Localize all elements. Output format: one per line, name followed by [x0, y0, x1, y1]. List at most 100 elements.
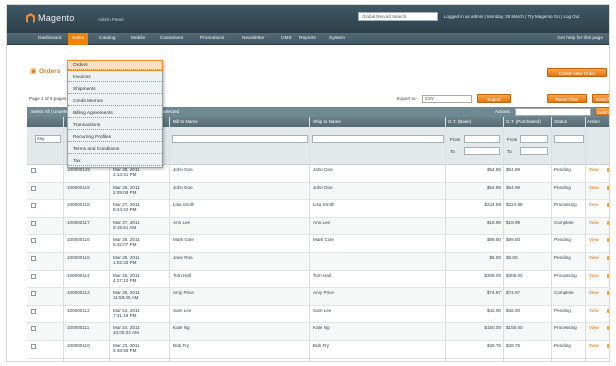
logo-subtitle: Admin Panel [98, 17, 124, 22]
bill-to-name-cell: John Doe [173, 184, 193, 190]
view-order-link[interactable]: View [589, 255, 599, 260]
gt-purchased-cell: $89.50 [506, 237, 521, 243]
gt-base-to-input[interactable] [464, 147, 500, 155]
gt-purchased-to-input[interactable] [520, 147, 548, 155]
col-gt-purchased[interactable]: G.T. (Purchased) [506, 119, 541, 124]
global-search-input[interactable]: Global Record Search [358, 12, 438, 21]
row-checkbox[interactable] [31, 273, 36, 279]
row-checkbox[interactable] [31, 220, 36, 226]
sales-dropdown-menu: Orders Invoices Shipments Credit Memos B… [67, 60, 163, 168]
bill-to-name-cell: Tom Hall [173, 272, 191, 278]
col-gt-base[interactable]: G.T. (Base) [448, 119, 471, 124]
gift-message-icon [607, 238, 609, 243]
menu-item-transactions[interactable]: Transactions [68, 121, 162, 130]
header-links[interactable]: Logged in as admin | Monday, 28 March | … [444, 14, 580, 19]
view-order-link[interactable]: View [589, 308, 599, 313]
gt-purchased-from-input[interactable] [520, 135, 548, 143]
page-title: Orders [39, 68, 61, 75]
row-checkbox[interactable] [31, 185, 36, 191]
view-order-link[interactable]: View [589, 343, 599, 348]
create-new-order-button[interactable]: Create New Order [547, 68, 607, 77]
submit-button[interactable]: Submit [595, 107, 609, 116]
nav-reports[interactable]: Reports [299, 33, 316, 45]
table-row[interactable]: 100000111 Mar 24, 2011 10:05:02 AM Kate Ng K… [27, 323, 609, 341]
row-checkbox[interactable] [31, 308, 36, 314]
search-button[interactable]: Search [592, 94, 609, 103]
row-checkbox[interactable] [31, 344, 36, 349]
view-order-link[interactable]: View [589, 290, 599, 295]
view-order-link[interactable]: View [589, 237, 599, 242]
actions-label: Actions [495, 109, 510, 114]
table-row[interactable]: 100000110 Mar 23, 2011 3:48:56 PM Bob Fry Bo… [27, 341, 609, 359]
admin-header: Magento Admin Panel Global Record Search… [7, 5, 609, 33]
menu-item-invoices[interactable]: Invoices [68, 73, 162, 82]
reset-filter-button[interactable]: Reset Filter [547, 94, 587, 103]
gt-base-cell: $54.99 [486, 167, 501, 172]
table-row[interactable]: 100000117 Mar 27, 2011 9:15:51 AM Ann Lee An… [27, 217, 609, 236]
help-link[interactable]: Get help for this page [557, 33, 603, 45]
menu-item-recurring-profiles[interactable]: Recurring Profiles [68, 133, 162, 142]
nav-cms[interactable]: CMS [281, 33, 292, 45]
status-cell: Pending [554, 184, 571, 190]
status-cell: Pending [554, 255, 571, 260]
col-ship-to-name[interactable]: Ship to Name [313, 119, 341, 124]
any-select[interactable]: Any [35, 135, 61, 143]
nav-promotions[interactable]: Promotions [200, 33, 224, 45]
nav-mobile[interactable]: Mobile [131, 33, 145, 45]
col-bill-to-name[interactable]: Bill to Name [173, 119, 198, 124]
table-row[interactable]: 100000119 Mar 28, 2011 2:09:08 PM John Doe J… [27, 182, 609, 201]
nav-customers[interactable]: Customers [160, 33, 183, 45]
gift-message-icon [607, 291, 609, 296]
row-checkbox[interactable] [31, 326, 36, 332]
row-checkbox[interactable] [31, 291, 36, 297]
main-nav: Dashboard Sales Catalog Mobile Customers… [7, 33, 609, 45]
gift-message-icon [607, 256, 609, 260]
view-order-link[interactable]: View [589, 167, 599, 172]
browser-frame: Magento Admin Panel Global Record Search… [6, 4, 610, 362]
menu-item-terms-conditions[interactable]: Terms and Conditions [68, 145, 162, 154]
col-status[interactable]: Status [554, 119, 567, 124]
menu-item-shipments[interactable]: Shipments [68, 85, 162, 94]
nav-system[interactable]: System [329, 33, 345, 45]
ship-to-name-filter[interactable] [312, 135, 444, 143]
gt-base-cell: $42.00 [486, 307, 501, 313]
nav-newsletter[interactable]: Newsletter [242, 33, 265, 45]
row-checkbox[interactable] [31, 256, 36, 261]
actions-select[interactable] [515, 108, 591, 116]
row-checkbox[interactable] [31, 203, 36, 209]
table-row[interactable]: 100000118 Mar 27, 2011 8:44:22 PM Lisa Smit… [27, 200, 609, 218]
view-order-link[interactable]: View [589, 202, 599, 207]
gift-message-icon [607, 344, 609, 348]
menu-item-credit-memos[interactable]: Credit Memos [68, 97, 162, 106]
col-action: Action [587, 119, 600, 124]
menu-item-tax[interactable]: Tax [68, 157, 162, 166]
table-row[interactable]: 100000112 Mar 24, 2011 7:31:19 PM Sam Lee Sa… [27, 306, 609, 324]
export-label: Export to: [397, 96, 417, 101]
row-checkbox[interactable] [31, 168, 36, 173]
nav-dashboard[interactable]: Dashboard [38, 33, 61, 45]
row-checkbox[interactable] [31, 238, 36, 244]
ship-to-name-cell: Sam Lee [313, 307, 332, 313]
bill-to-name-filter[interactable] [172, 135, 308, 143]
table-row[interactable]: 100000114 Mar 25, 2011 4:27:10 PM Tom Hall T… [27, 271, 609, 289]
nav-catalog[interactable]: Catalog [99, 33, 116, 45]
gt-base-cell: $74.97 [486, 290, 501, 296]
export-format-select[interactable]: CSV [422, 95, 472, 103]
status-filter-select[interactable] [554, 135, 584, 143]
gt-purchased-cell: $5.00 [506, 255, 518, 260]
col-divider [503, 117, 504, 361]
table-row[interactable]: 100000116 Mar 26, 2011 6:42:07 PM Mark Cole… [27, 235, 609, 253]
view-order-link[interactable]: View [589, 325, 599, 330]
view-order-link[interactable]: View [589, 220, 599, 225]
gt-base-from-label: From [450, 137, 461, 142]
view-order-link[interactable]: View [589, 273, 599, 278]
view-order-link[interactable]: View [589, 185, 599, 190]
gt-base-from-input[interactable] [464, 135, 500, 143]
menu-item-orders[interactable]: Orders [67, 60, 163, 71]
nav-sales[interactable]: Sales [68, 33, 88, 45]
orders-icon: ▣ [30, 68, 37, 75]
menu-item-billing-agreements[interactable]: Billing Agreements [68, 109, 162, 118]
table-row[interactable]: 100000115 Mar 26, 2011 1:02:33 PM Jane Roe $… [27, 253, 609, 271]
export-button[interactable]: Export [477, 94, 511, 103]
table-row[interactable]: 100000113 Mar 25, 2011 11:58:45 AM Amy Pric… [27, 288, 609, 306]
